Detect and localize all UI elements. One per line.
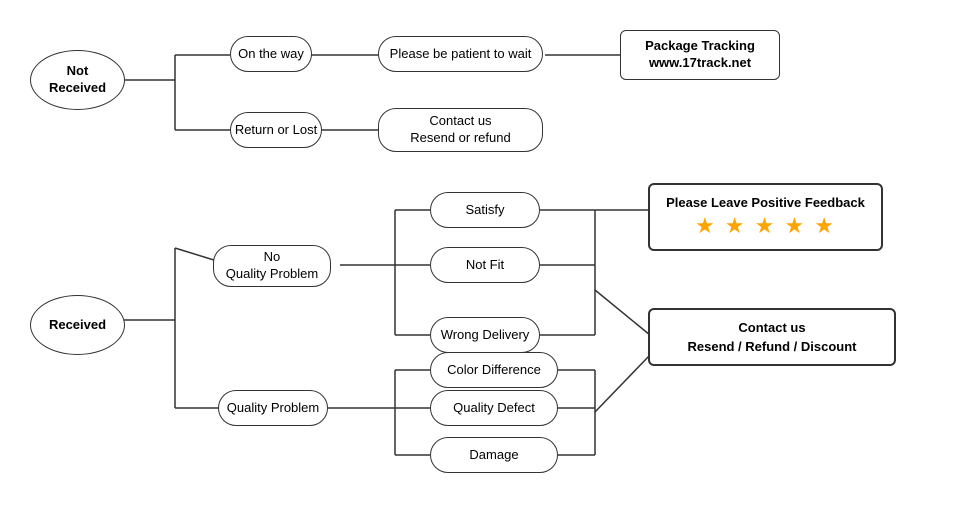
satisfy-label: Satisfy	[465, 202, 504, 219]
contact-refund-discount-label: Contact us Resend / Refund / Discount	[687, 318, 856, 357]
package-tracking-label: Package Tracking www.17track.net	[645, 38, 755, 72]
be-patient-node: Please be patient to wait	[378, 36, 543, 72]
color-difference-node: Color Difference	[430, 352, 558, 388]
wrong-delivery-label: Wrong Delivery	[441, 327, 530, 344]
not-received-node: Not Received	[30, 50, 125, 110]
color-difference-label: Color Difference	[447, 362, 541, 379]
not-received-label: Not Received	[49, 63, 106, 97]
not-fit-node: Not Fit	[430, 247, 540, 283]
not-fit-label: Not Fit	[466, 257, 504, 274]
star-rating: ★ ★ ★ ★ ★	[695, 213, 836, 239]
flowchart-diagram: Not Received On the way Return or Lost P…	[0, 0, 960, 513]
return-lost-node: Return or Lost	[230, 112, 322, 148]
received-label: Received	[49, 317, 106, 334]
quality-problem-node: Quality Problem	[218, 390, 328, 426]
no-quality-problem-node: No Quality Problem	[213, 245, 331, 287]
quality-defect-label: Quality Defect	[453, 400, 535, 417]
package-tracking-node: Package Tracking www.17track.net	[620, 30, 780, 80]
received-node: Received	[30, 295, 125, 355]
be-patient-label: Please be patient to wait	[390, 46, 532, 63]
contact-refund-discount-box: Contact us Resend / Refund / Discount	[648, 308, 896, 366]
return-lost-label: Return or Lost	[235, 122, 317, 139]
no-quality-problem-label: No Quality Problem	[226, 249, 318, 283]
satisfy-node: Satisfy	[430, 192, 540, 228]
wrong-delivery-node: Wrong Delivery	[430, 317, 540, 353]
on-the-way-label: On the way	[238, 46, 304, 63]
quality-problem-label: Quality Problem	[227, 400, 319, 417]
quality-defect-node: Quality Defect	[430, 390, 558, 426]
contact-resend-refund-node: Contact us Resend or refund	[378, 108, 543, 152]
positive-feedback-box: Please Leave Positive Feedback ★ ★ ★ ★ ★	[648, 183, 883, 251]
positive-feedback-label: Please Leave Positive Feedback	[666, 195, 865, 210]
damage-node: Damage	[430, 437, 558, 473]
on-the-way-node: On the way	[230, 36, 312, 72]
damage-label: Damage	[469, 447, 518, 464]
contact-resend-refund-label: Contact us Resend or refund	[410, 113, 510, 147]
